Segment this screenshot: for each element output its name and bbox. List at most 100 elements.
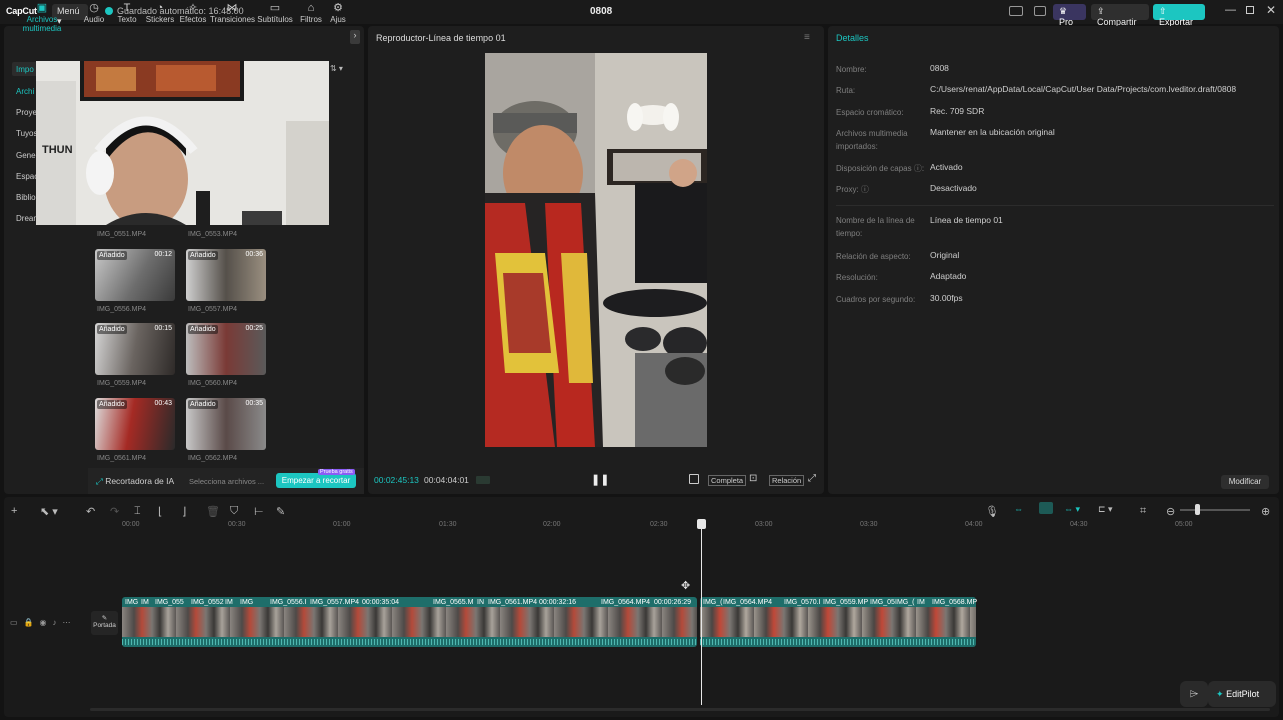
timeline-scrollbar[interactable] [90,708,1270,711]
chevron-right-icon[interactable]: › [350,30,360,44]
ruler-label: 00:00 [122,521,140,528]
fullscreen-icon[interactable]: ⤢ [808,473,816,484]
ruler-label: 02:00 [543,521,561,528]
media-item-name: IMG_0551.MP4 [97,231,147,238]
detail-value: Línea de tiempo 01 [930,215,1003,225]
modify-button[interactable]: Modificar [1221,475,1269,489]
detail-label: Archivos multimedia importados: [836,129,908,151]
media-duration: 00:12 [154,251,172,258]
marker-icon[interactable]: ⛉ [230,505,238,518]
media-item-thumb[interactable]: Añadido 00:36 [186,249,266,301]
media-item-thumb[interactable]: Añadido 00:25 [186,323,266,375]
playhead-handle[interactable] [697,519,706,529]
magnet-icon[interactable] [1039,502,1053,514]
media-item-thumb[interactable]: Añadido 00:12 [95,249,175,301]
tab-subtitles[interactable]: ▭ Subtítulos [256,2,294,24]
timeline-ruler[interactable] [120,519,1270,531]
filter-icon: ⌂ [307,2,315,14]
maximize-icon[interactable] [1246,6,1254,14]
webcam-image: THUN [36,61,329,225]
media-item-thumb[interactable]: Añadido 00:35 [186,398,266,450]
detail-value: Desactivado [930,183,977,193]
clip-label: IMG_055 [155,599,184,606]
media-icon: ▣ [36,2,48,14]
video-frame [485,53,707,447]
tab-filters[interactable]: ⌂ Filtros [296,2,326,24]
caption-icon[interactable]: ⌗ [1140,505,1146,518]
cover-button[interactable]: ✎ Portada [91,611,118,635]
layout-icon[interactable] [1009,6,1023,16]
cover-label: Portada [93,622,116,629]
snap-icon[interactable]: ⇔ ▾ [1064,504,1080,515]
added-badge: Añadido [97,325,127,334]
tab-stickers[interactable]: ◔ Stickers [144,2,176,24]
compare-icon[interactable] [689,474,699,484]
tab-audio[interactable]: ◷ Audio [78,2,110,24]
tab-effects[interactable]: ✧ Efectos [177,2,209,24]
pro-button[interactable]: ♛ Pro [1053,4,1086,27]
magic-icon[interactable]: ✎ [276,505,285,518]
minimize-icon[interactable]: — [1225,4,1236,16]
preview-axis-icon[interactable]: ⊏ ▾ [1098,504,1113,515]
media-duration: 00:36 [245,251,263,258]
split-icon[interactable]: ⌶ [134,505,141,518]
media-duration: 00:35 [245,400,263,407]
tab-adjust[interactable]: ⚙ Ajus [328,2,348,24]
added-badge: Añadido [188,251,218,260]
share-button[interactable]: ⇪ Compartir [1091,4,1149,27]
delete-icon[interactable]: 🗑 [206,505,220,518]
close-icon[interactable]: ✕ [1266,3,1276,17]
undo-icon[interactable]: ↶ [86,505,95,518]
media-item-name: IMG_0560.MP4 [188,380,238,387]
clip-label: IMG_0556.I [270,599,307,606]
playhead[interactable] [701,519,702,705]
tab-text[interactable]: T Texto [112,2,142,24]
added-badge: Añadido [97,400,127,409]
shortcut-icon[interactable] [1034,6,1046,16]
zoom-fit-icon[interactable]: ⊕ [1261,505,1270,518]
player-menu-icon[interactable]: ≡ [804,32,810,43]
start-crop-button[interactable]: Empezar a recortar [276,473,356,488]
sticker-icon: ◔ [156,2,164,14]
subtitle-icon: ▭ [269,2,281,14]
aspect-ratio-button[interactable]: Relación [769,475,805,486]
zoom-slider[interactable] [1180,509,1250,511]
detail-label: Espacio cromático: [836,108,904,117]
pause-icon[interactable]: ❚❚ [591,473,609,486]
link-icon[interactable]: ⇔ [1014,504,1028,514]
video-preview[interactable] [485,53,707,447]
track-controls[interactable]: ▭🔒◉♪⋯ [10,618,77,627]
added-badge: Añadido [188,400,218,409]
trim-right-icon[interactable]: ⌋ [182,505,186,518]
media-item-thumb[interactable]: Añadido 00:15 [95,323,175,375]
detail-label: Nombre: [836,65,867,74]
add-track-icon[interactable]: + [11,505,17,517]
clip-label: IM [141,599,149,606]
zoom-slider-thumb[interactable] [1195,504,1200,515]
ai-cropper-select[interactable]: Selecciona archivos ... [189,477,264,486]
ruler-label: 01:30 [439,521,457,528]
select-tool-icon[interactable]: ⬉ ▾ [40,505,58,518]
screenshot-icon[interactable]: ⊡ [749,473,757,484]
tab-transitions-label: Transiciones [210,15,256,24]
detail-label: Ruta: [836,86,856,95]
tab-media[interactable]: ▣ Archivos multimedia [8,2,76,33]
trim-left-icon[interactable]: ⌊ [158,505,162,518]
media-item-thumb[interactable]: Añadido 00:43 [95,398,175,450]
editpilot-button[interactable]: ✦ EditPilot [1208,681,1276,707]
microphone-icon[interactable]: 🎙 [985,505,999,518]
ruler-label: 04:30 [1070,521,1088,528]
filter-sort-icon[interactable]: ⇅ ▾ [330,64,343,73]
redo-icon[interactable]: ↷ [110,505,119,518]
clip-label: 00:00:32:16 [539,599,576,606]
total-time: 00:04:04:01 [424,475,469,485]
detail-value: Mantener en la ubicación original [930,127,1055,137]
feedback-icon[interactable]: ⌲ [1180,681,1208,707]
zoom-out-icon[interactable]: ⊖ [1166,505,1175,518]
clip-label: IMG_0559.MP [823,599,869,606]
tab-transitions[interactable]: ⋈ Transiciones [210,2,256,24]
freeze-icon[interactable]: ⊢ [254,505,264,518]
full-quality-button[interactable]: Completa [708,475,747,486]
export-button[interactable]: ⇧ Exportar [1153,4,1205,27]
media-item-name: IMG_0559.MP4 [97,380,147,387]
